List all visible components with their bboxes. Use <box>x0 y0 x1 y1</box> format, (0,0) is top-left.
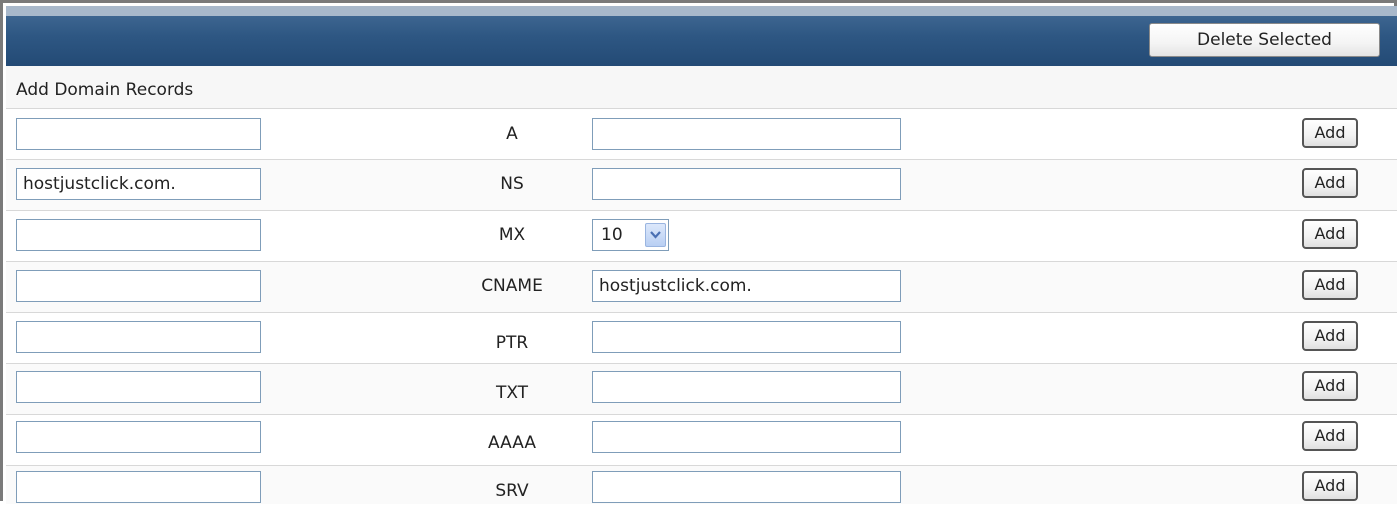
record-value-input[interactable] <box>592 270 901 302</box>
record-name-input[interactable] <box>16 118 261 150</box>
record-value-input[interactable] <box>592 118 901 150</box>
record-value-input[interactable] <box>592 421 901 453</box>
record-name-input[interactable] <box>16 321 261 353</box>
mx-priority-value: 10 <box>601 225 623 245</box>
add-ns-record-button[interactable]: Add <box>1302 168 1358 198</box>
record-type-label: AAAA <box>488 433 536 453</box>
record-name-input[interactable] <box>16 471 261 503</box>
section-title: Add Domain Records <box>16 80 194 100</box>
delete-selected-button[interactable]: Delete Selected <box>1149 23 1380 57</box>
record-type-label: A <box>506 124 518 144</box>
record-row-cname: CNAME Add <box>6 261 1397 312</box>
record-value-input[interactable] <box>592 168 901 200</box>
section-header-row <box>6 66 1397 108</box>
record-name-input[interactable] <box>16 270 261 302</box>
records-panel: Delete Selected Add Domain Records A Add… <box>0 0 1397 504</box>
record-type-label: CNAME <box>481 276 543 296</box>
record-type-label: TXT <box>495 383 529 403</box>
add-a-record-button[interactable]: Add <box>1302 118 1358 148</box>
record-row-ptr: PTR Add <box>6 312 1397 363</box>
record-type-label: MX <box>498 225 526 245</box>
add-ptr-record-button[interactable]: Add <box>1302 321 1358 351</box>
record-row-mx: MX 10 Add <box>6 210 1397 261</box>
record-value-input[interactable] <box>592 321 901 353</box>
record-type-label: PTR <box>495 333 529 353</box>
record-row-a: A Add <box>6 108 1397 159</box>
chevron-down-icon[interactable] <box>645 223 666 247</box>
add-srv-record-button[interactable]: Add <box>1302 471 1358 501</box>
record-row-aaaa: AAAA Add <box>6 414 1397 465</box>
record-type-label: NS <box>500 174 524 194</box>
record-value-input[interactable] <box>592 371 901 403</box>
add-cname-record-button[interactable]: Add <box>1302 270 1358 300</box>
record-name-input[interactable] <box>16 219 261 251</box>
record-name-input[interactable] <box>16 421 261 453</box>
record-name-input[interactable] <box>16 168 261 200</box>
record-row-txt: TXT Add <box>6 363 1397 414</box>
record-type-label: SRV <box>495 481 529 501</box>
record-row-srv: SRV Add <box>6 465 1397 504</box>
add-mx-record-button[interactable]: Add <box>1302 219 1358 249</box>
mx-priority-select[interactable]: 10 <box>592 219 669 251</box>
record-value-input[interactable] <box>592 471 901 503</box>
record-name-input[interactable] <box>16 371 261 403</box>
add-txt-record-button[interactable]: Add <box>1302 371 1358 401</box>
record-row-ns: NS Add <box>6 159 1397 210</box>
add-aaaa-record-button[interactable]: Add <box>1302 421 1358 451</box>
